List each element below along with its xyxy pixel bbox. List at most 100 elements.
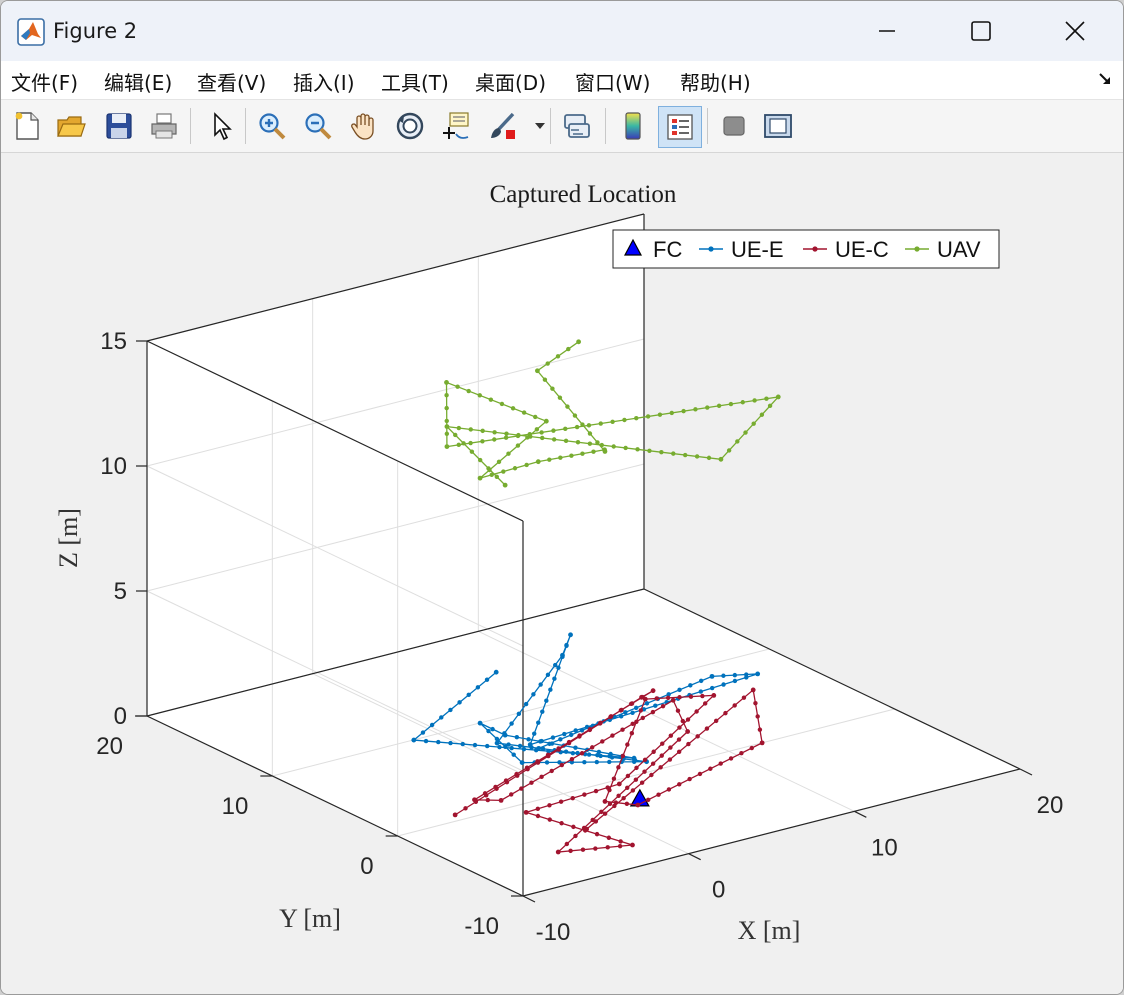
hide-plot-tools-icon [723,116,745,136]
show-plot-tools-button[interactable] [758,106,798,146]
print-button[interactable] [144,106,184,146]
toolbar-separator [550,108,551,144]
series-marker-ue-e [562,731,567,737]
series-marker-ue-e [732,678,738,684]
series-marker-ue-e [556,665,561,670]
series-marker-ue-e [677,687,682,693]
series-point-uav [535,459,541,465]
series-marker-ue-c [668,745,673,750]
chart-title: Captured Location [490,181,677,208]
menu-tools[interactable]: 工具(T) [381,67,449,96]
series-point-uav [718,456,724,462]
series-marker-ue-c [607,787,612,793]
new-figure-button[interactable] [7,106,47,146]
series-marker-ue-c [666,787,672,792]
3d-axes[interactable]: Captured Location -10 0 10 20 -10 0 10 20 0 5 10 15… [1,153,1123,994]
series-marker-uav [444,431,450,436]
series-marker-uav [740,400,745,405]
menu-edit[interactable]: 编辑(E) [104,67,172,96]
series-marker-ue-c [645,797,651,803]
series-marker-ue-e [486,728,491,734]
legend-button[interactable] [658,106,702,148]
series-marker-ue-c [619,707,624,713]
series-point-ue-c [750,687,756,693]
series-marker-ue-e [618,714,624,719]
menu-window[interactable]: 窗口(W) [575,67,650,96]
series-marker-ue-e [698,689,703,694]
series-marker-ue-e [429,722,435,728]
series-marker-ue-e [448,740,453,746]
series-point-ue-c [630,842,635,848]
x-tick-label: 20 [1037,792,1064,819]
series-marker-ue-e [570,750,576,756]
link-plot-button[interactable] [557,106,597,146]
series-marker-uav [728,401,734,407]
series-marker-ue-c [602,811,608,816]
pointer-button[interactable] [201,106,241,146]
series-marker-ue-c [718,761,723,766]
series-marker-ue-e [506,742,511,747]
colorbar-icon [625,112,641,140]
series-marker-ue-e [521,746,527,752]
series-marker-ue-e [586,752,592,757]
series-marker-uav [492,430,497,435]
series-marker-ue-c [556,746,561,751]
data-cursor-button[interactable] [436,106,476,146]
minimize-button[interactable] [841,1,933,61]
hide-plot-tools-button[interactable] [714,106,754,146]
dock-arrow-icon[interactable] [1097,71,1113,87]
series-marker-ue-c [650,709,656,715]
brush-button[interactable] [483,106,523,146]
menu-help[interactable]: 帮助(H) [680,67,751,96]
z-tick-label: 0 [114,703,127,730]
zoom-out-button[interactable] [298,106,338,146]
series-point-uav [576,339,581,345]
series-marker-ue-e [523,701,529,707]
series-marker-ue-c [611,776,617,781]
series-marker-uav [456,442,461,448]
maximize-button[interactable] [935,1,1027,61]
series-marker-ue-c [639,780,645,785]
save-button[interactable] [99,106,139,146]
series-marker-uav [468,440,473,446]
series-marker-ue-c [598,720,603,725]
series-marker-ue-c [659,753,664,758]
open-button[interactable] [51,106,91,146]
series-marker-ue-e [547,741,552,747]
series-marker-uav [682,452,688,458]
series-point-uav [535,368,540,374]
menu-view[interactable]: 查看(V) [197,67,266,96]
rotate-3d-button[interactable] [390,106,430,146]
series-marker-ue-c [509,792,514,797]
colorbar-button[interactable] [613,106,653,146]
series-marker-ue-e [466,692,471,698]
series-point-ue-c [759,740,765,746]
y-tick-label: 20 [96,733,123,760]
series-marker-uav [488,397,494,402]
menu-desktop[interactable]: 桌面(D) [475,67,546,96]
series-marker-uav [512,466,518,471]
series-marker-ue-e [509,721,514,726]
series-marker-ue-c [616,765,621,770]
series-marker-uav [501,469,506,474]
zoom-in-button[interactable] [252,106,292,146]
series-marker-ue-c [535,759,540,764]
brush-dropdown-icon[interactable] [535,122,545,130]
series-marker-ue-e [490,726,495,732]
series-point-ue-e [411,737,417,743]
series-marker-ue-c [728,756,734,761]
legend-icon [667,114,693,140]
series-marker-uav [487,467,492,473]
legend[interactable]: FC UE-E UE-C UAV [612,229,1000,269]
x-tick-label: 10 [871,834,898,861]
menu-insert[interactable]: 插入(I) [293,67,355,96]
close-button[interactable] [1029,1,1121,61]
menu-file[interactable]: 文件(F) [11,67,78,96]
y-tick-label: -10 [464,913,499,940]
pan-button[interactable] [344,106,384,146]
series-marker-uav [726,448,732,453]
series-marker-ue-c [676,749,682,754]
pointer-icon [214,112,232,141]
series-marker-ue-c [677,782,682,787]
legend-label-ue-c: UE-C [835,237,889,262]
